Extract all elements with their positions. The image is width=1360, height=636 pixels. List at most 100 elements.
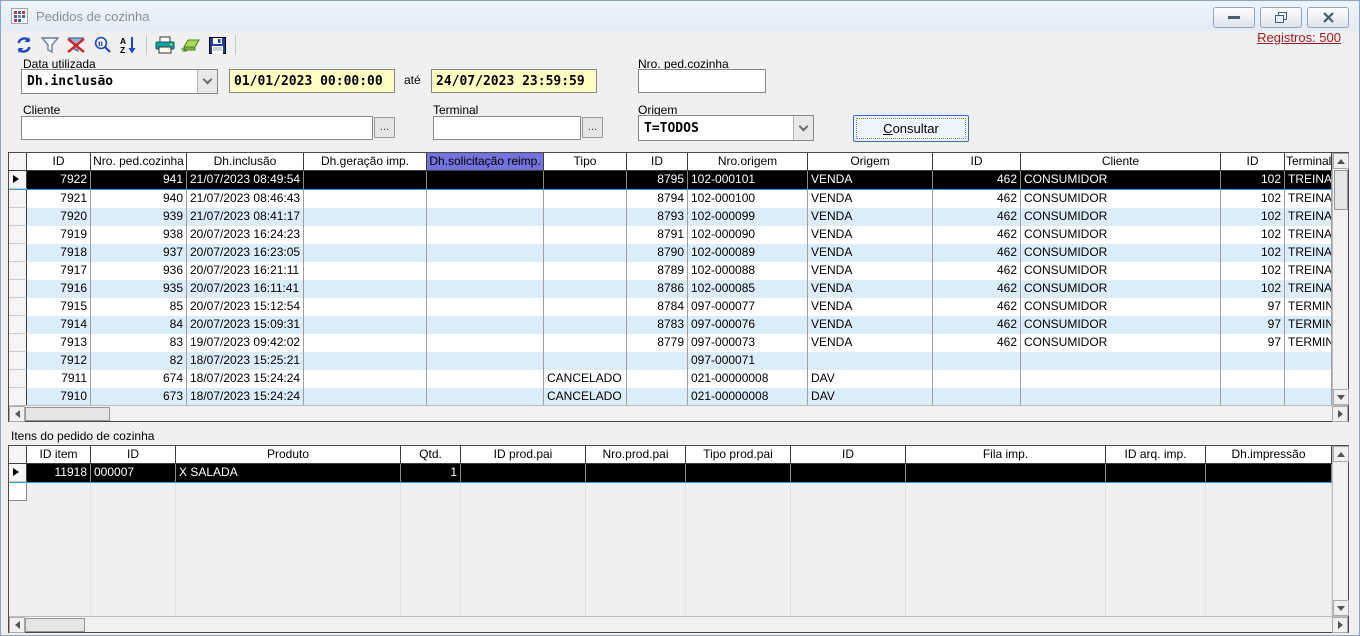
eraser-button[interactable] (178, 33, 204, 57)
cliente-input[interactable] (21, 116, 373, 140)
filter-icon (41, 37, 59, 53)
scrollbar-thumb[interactable] (25, 407, 110, 421)
column-header[interactable]: ID (27, 153, 91, 171)
table-row[interactable]: 11918000007X SALADA1 (9, 464, 1348, 483)
scrollbar-track[interactable] (85, 617, 1332, 632)
table-row[interactable]: 792294121/07/2023 08:49:548795102-000101… (9, 171, 1348, 190)
vertical-scrollbar[interactable] (1332, 446, 1348, 616)
nro-ped-cozinha-input[interactable] (638, 69, 766, 93)
clear-filter-button[interactable] (63, 33, 89, 57)
minimize-icon (1228, 16, 1240, 19)
cell (1285, 352, 1332, 370)
origem-combobox[interactable]: T=TODOS (638, 115, 814, 141)
app-icon (11, 8, 28, 24)
column-header[interactable]: ID (1221, 153, 1285, 171)
scroll-down-button[interactable] (1333, 600, 1349, 616)
column-header[interactable]: ID prod.pai (461, 446, 586, 464)
table-row[interactable]: 791893720/07/2023 16:23:058790102-000089… (9, 244, 1348, 262)
table-row[interactable]: 791693520/07/2023 16:11:418786102-000085… (9, 280, 1348, 298)
cell: 8791 (627, 226, 688, 244)
close-button[interactable] (1307, 7, 1349, 28)
cell (304, 226, 427, 244)
column-header[interactable]: Tipo prod.pai (686, 446, 791, 464)
row-indicator-cell (9, 370, 27, 388)
vertical-scrollbar[interactable] (1332, 153, 1348, 405)
cell: CONSUMIDOR (1021, 262, 1221, 280)
horizontal-scrollbar[interactable] (9, 616, 1348, 632)
scroll-left-button[interactable] (9, 617, 25, 633)
column-header[interactable]: Nro.origem (688, 153, 808, 171)
empty-column (401, 483, 461, 617)
horizontal-scrollbar[interactable] (9, 405, 1348, 421)
column-header[interactable]: ID item (27, 446, 91, 464)
minimize-button[interactable] (1213, 7, 1255, 28)
date-from-input[interactable] (229, 69, 395, 93)
column-header[interactable]: Fila imp. (906, 446, 1106, 464)
cell: 102 (1221, 226, 1285, 244)
scroll-down-button[interactable] (1333, 389, 1349, 405)
column-header[interactable]: Cliente (1021, 153, 1221, 171)
table-row[interactable]: 792194021/07/2023 08:46:438794102-000100… (9, 190, 1348, 208)
date-to-input[interactable] (431, 69, 597, 93)
scrollbar-thumb[interactable] (25, 618, 85, 632)
table-row[interactable]: 792093921/07/2023 08:41:178793102-000099… (9, 208, 1348, 226)
column-header[interactable]: Terminal (1285, 153, 1332, 171)
cell (1221, 388, 1285, 406)
table-row[interactable]: 791167418/07/2023 15:24:24CANCELADO021-0… (9, 370, 1348, 388)
cell: 462 (933, 244, 1021, 262)
table-row[interactable]: 79128218/07/2023 15:25:21097-000071 (9, 352, 1348, 370)
table-row[interactable]: 791993820/07/2023 16:24:238791102-000090… (9, 226, 1348, 244)
scrollbar-track[interactable] (110, 406, 1332, 421)
column-header[interactable]: Dh.solicitação reimp. (427, 153, 544, 171)
terminal-input[interactable] (433, 116, 581, 140)
refresh-button[interactable] (11, 33, 37, 57)
gutter-cell (9, 483, 27, 501)
table-row[interactable]: 791793620/07/2023 16:21:118789102-000088… (9, 262, 1348, 280)
row-indicator-cell (9, 316, 27, 334)
column-header[interactable]: Dh.geração imp. (304, 153, 427, 171)
sort-az-button[interactable]: A Z (115, 33, 141, 57)
scroll-right-button[interactable] (1332, 406, 1348, 422)
column-header[interactable]: Nro. ped.cozinha (91, 153, 187, 171)
column-header[interactable]: Dh.impressão (1206, 446, 1332, 464)
empty-column (791, 483, 906, 617)
table-row[interactable]: 791067318/07/2023 15:24:24CANCELADO021-0… (9, 388, 1348, 406)
cliente-browse-button[interactable]: ... (374, 117, 395, 138)
scrollbar-thumb[interactable] (1334, 170, 1348, 210)
column-header[interactable]: Qtd. (401, 446, 461, 464)
find-button[interactable]: n (89, 33, 115, 57)
scroll-up-button[interactable] (1333, 153, 1349, 169)
scroll-right-button[interactable] (1332, 617, 1348, 633)
scroll-up-button[interactable] (1333, 446, 1349, 462)
restore-button[interactable] (1260, 7, 1302, 28)
combo-dropdown-button[interactable] (793, 116, 813, 140)
column-header[interactable]: Origem (808, 153, 933, 171)
column-header[interactable]: ID arq. imp. (1106, 446, 1206, 464)
terminal-browse-button[interactable]: ... (582, 117, 603, 138)
column-header[interactable]: Tipo (544, 153, 627, 171)
table-row[interactable]: 79148420/07/2023 15:09:318783097-000076V… (9, 316, 1348, 334)
cell: 20/07/2023 16:21:11 (187, 262, 304, 280)
cell: TREINAM (1285, 208, 1332, 226)
svg-text:Z: Z (120, 45, 125, 54)
combo-dropdown-button[interactable] (197, 70, 217, 93)
column-header[interactable]: ID (791, 446, 906, 464)
data-utilizada-combobox[interactable]: Dh.inclusão (21, 69, 218, 94)
filter-button[interactable] (37, 33, 63, 57)
cell (1206, 464, 1332, 482)
save-button[interactable] (204, 33, 230, 57)
table-row[interactable]: 79138319/07/2023 09:42:028779097-000073V… (9, 334, 1348, 352)
scroll-left-button[interactable] (9, 406, 25, 422)
column-header[interactable]: Nro.prod.pai (586, 446, 686, 464)
column-header[interactable]: Produto (176, 446, 401, 464)
down-arrow-icon (1337, 395, 1345, 400)
grid-body: 792294121/07/2023 08:49:548795102-000101… (9, 171, 1348, 406)
registros-link[interactable]: Registros: 500 (1257, 30, 1341, 45)
column-header[interactable]: ID (627, 153, 688, 171)
column-header[interactable]: Dh.inclusão (187, 153, 304, 171)
column-header[interactable]: ID (933, 153, 1021, 171)
consultar-button[interactable]: Consultar (853, 115, 969, 142)
table-row[interactable]: 79158520/07/2023 15:12:548784097-000077V… (9, 298, 1348, 316)
column-header[interactable]: ID (91, 446, 176, 464)
print-button[interactable] (152, 33, 178, 57)
